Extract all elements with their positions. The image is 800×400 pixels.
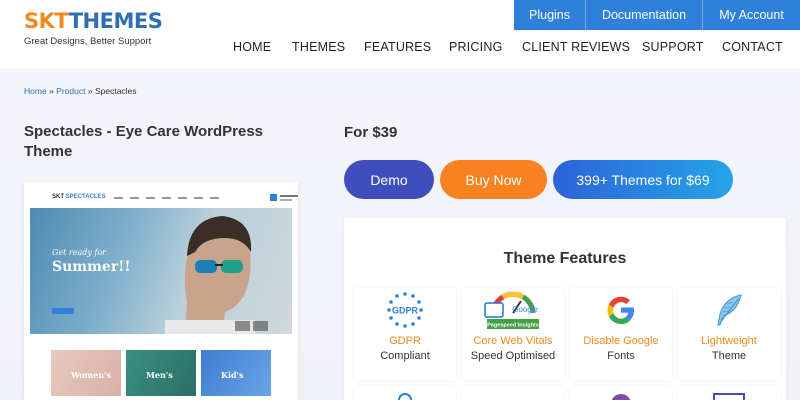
main-navigation: HOME THEMES FEATURES PRICING CLIENT REVI… — [0, 40, 800, 58]
preview-thumb-kids: Kid's — [201, 350, 271, 396]
feature-subtitle: Compliant — [380, 350, 430, 362]
my-account-link[interactable]: My Account — [719, 8, 784, 22]
preview-logo: SKT SPECTACLES — [52, 194, 106, 200]
preview-contact-text — [280, 195, 298, 197]
feature-card-partial — [570, 386, 672, 400]
feature-card-partial — [354, 386, 456, 400]
feature-subtitle: Speed Optimised — [470, 350, 556, 362]
preview-thumb-women: Women's — [51, 350, 121, 396]
preview-nav — [114, 197, 219, 199]
google-icon — [570, 290, 672, 330]
preview-thumb-label: Women's — [71, 370, 111, 380]
pagespeed-icon: Google Pagespeed Insights — [462, 290, 564, 330]
demo-button[interactable]: Demo — [344, 160, 434, 199]
nav-contact[interactable]: CONTACT — [722, 40, 783, 54]
feature-title: Disable Google — [583, 335, 659, 347]
nav-support[interactable]: SUPPORT — [642, 40, 704, 54]
nav-themes[interactable]: THEMES — [292, 40, 345, 54]
gdpr-badge-text: GDPR — [392, 306, 419, 316]
preview-header: SKT SPECTACLES — [52, 194, 298, 206]
feature-gdpr: GDPR GDPR Compliant — [354, 288, 456, 380]
feature-lightweight: Lightweight Theme — [678, 288, 780, 380]
nav-pricing[interactable]: PRICING — [449, 40, 503, 54]
preview-logo-name: SPECTACLES — [65, 194, 106, 200]
partial-feature-icon — [611, 394, 631, 400]
preview-hero-button — [52, 308, 74, 314]
buy-now-button[interactable]: Buy Now — [440, 160, 547, 199]
topbar-item-account[interactable]: My Account — [703, 0, 800, 30]
pagespeed-insights-text: Pagespeed Insights — [487, 323, 539, 329]
feature-card-partial — [462, 386, 564, 400]
preview-hero-text: Get ready for Summer!! — [52, 248, 131, 275]
breadcrumb-home[interactable]: Home — [24, 86, 47, 96]
feature-disable-google-fonts: Disable Google Fonts — [570, 288, 672, 380]
preview-hero-kicker: Get ready for — [52, 248, 106, 257]
top-utility-bar: Plugins Documentation My Account — [514, 0, 800, 30]
site-header: SKTTHEMES Great Designs, Better Support … — [0, 0, 800, 68]
breadcrumb-current: Spectacles — [94, 86, 137, 96]
preview-contact-text — [280, 199, 292, 201]
breadcrumb-separator: » — [87, 86, 93, 96]
documentation-link[interactable]: Documentation — [602, 8, 686, 22]
nav-features[interactable]: FEATURES — [364, 40, 431, 54]
breadcrumb-separator: » — [49, 86, 54, 96]
features-title: Theme Features — [503, 250, 627, 267]
feature-subtitle: Fonts — [607, 350, 635, 362]
theme-bundle-button[interactable]: 399+ Themes for $69 — [553, 160, 733, 199]
theme-features-panel: Theme Features GDPR GDPR Compliant Googl… — [344, 218, 786, 400]
preview-logo-skt: SKT — [52, 194, 64, 200]
product-title: Spectacles - Eye Care WordPress Theme — [24, 123, 264, 160]
preview-slider-arrows — [235, 321, 268, 331]
partial-feature-icon — [398, 393, 412, 400]
preview-thumb-label: Kid's — [221, 370, 244, 380]
preview-thumb-men: Men's — [126, 350, 196, 396]
topbar-item-documentation[interactable]: Documentation — [586, 0, 702, 30]
topbar-item-plugins[interactable]: Plugins — [514, 0, 585, 30]
product-price: For $39 — [344, 124, 398, 141]
preview-hero-image: Get ready for Summer!! — [30, 208, 292, 334]
feature-title: Core Web Vitals — [473, 335, 553, 347]
feature-card-partial — [678, 386, 780, 400]
feature-title: GDPR — [389, 335, 421, 347]
preview-contact-icon — [270, 194, 277, 201]
plugins-link[interactable]: Plugins — [529, 8, 570, 22]
breadcrumb: Home » Product » Spectacles — [24, 86, 137, 96]
preview-hero-headline: Summer!! — [52, 259, 131, 275]
preview-thumb-label: Men's — [146, 370, 173, 380]
feature-title: Lightweight — [701, 335, 757, 347]
logo-themes: THEMES — [68, 9, 163, 33]
nav-client-reviews[interactable]: CLIENT REVIEWS — [522, 40, 630, 54]
feature-core-web-vitals: Google Pagespeed Insights Core Web Vital… — [462, 288, 564, 380]
logo-wordmark: SKTTHEMES — [24, 8, 163, 34]
nav-home[interactable]: HOME — [233, 40, 271, 54]
logo-skt: SKT — [24, 9, 69, 33]
feather-icon — [678, 290, 780, 330]
theme-preview-card[interactable]: SKT SPECTACLES Get ready for Summer!! Wo… — [24, 182, 298, 400]
partial-feature-icon — [713, 393, 745, 400]
breadcrumb-product[interactable]: Product — [56, 86, 85, 96]
pagespeed-google-text: Google — [512, 305, 538, 314]
gdpr-icon: GDPR — [354, 290, 456, 330]
model-with-sunglasses-image — [165, 216, 255, 334]
feature-subtitle: Theme — [711, 350, 747, 362]
